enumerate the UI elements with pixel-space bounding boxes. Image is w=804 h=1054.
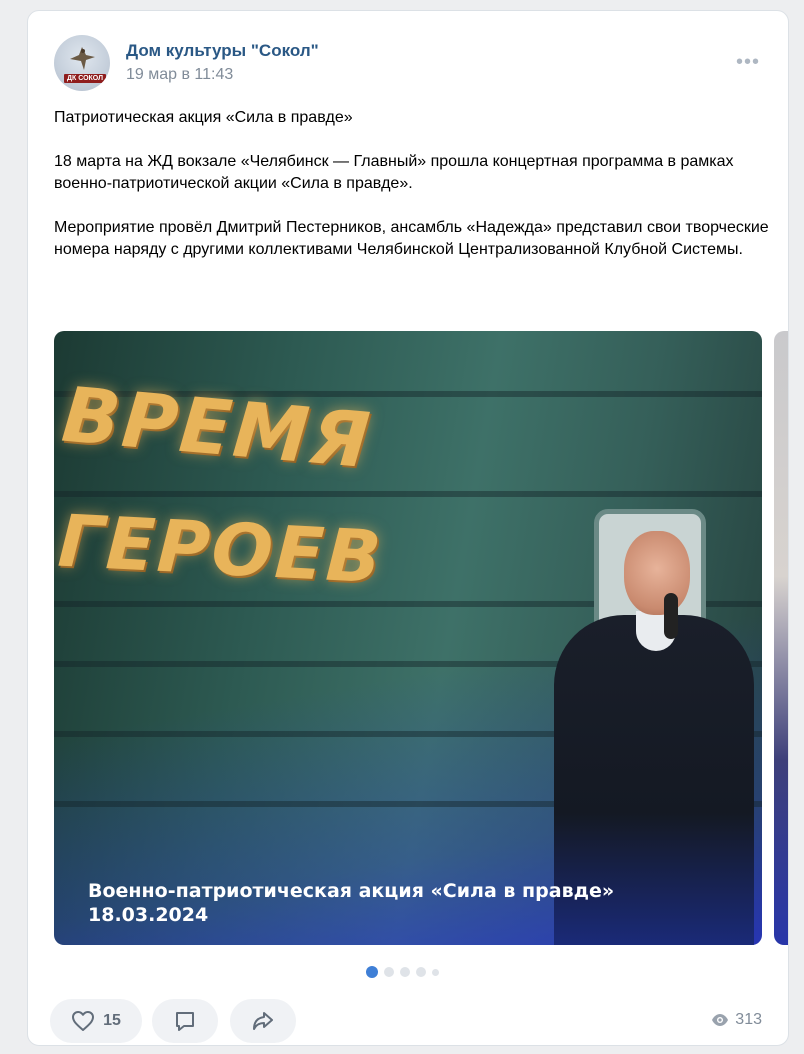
post-paragraph: Мероприятие провёл Дмитрий Пестерников, … <box>54 219 769 258</box>
post-header: ДК СОКОЛ Дом культуры "Сокол" 19 мар в 1… <box>54 35 766 91</box>
post-paragraph: Патриотическая акция «Сила в правде» <box>54 109 353 126</box>
post-card: ДК СОКОЛ Дом культуры "Сокол" 19 мар в 1… <box>27 10 789 1046</box>
more-options-icon[interactable]: ••• <box>736 52 760 72</box>
caption-line-2: 18.03.2024 <box>88 904 209 926</box>
train-stripe <box>54 491 762 497</box>
carousel-dot-active[interactable] <box>366 966 378 978</box>
photo-carousel[interactable]: ВРЕМЯ ГЕРОЕВ Военно-патриотическая акция… <box>54 331 788 945</box>
views-counter: 313 <box>711 1011 762 1029</box>
eye-icon <box>712 1014 729 1026</box>
carousel-dot[interactable] <box>384 967 394 977</box>
like-count: 15 <box>103 1012 121 1029</box>
views-count: 313 <box>735 1011 762 1028</box>
image-word-geroev: ГЕРОЕВ <box>56 498 386 600</box>
like-button[interactable]: 15 <box>50 999 142 1043</box>
avatar[interactable]: ДК СОКОЛ <box>54 35 110 91</box>
avatar-logo-text: ДК СОКОЛ <box>64 74 106 83</box>
image-word-vremya: ВРЕМЯ <box>58 369 375 486</box>
comment-icon <box>176 1012 194 1031</box>
microphone-icon <box>664 593 678 639</box>
carousel-slide-current[interactable]: ВРЕМЯ ГЕРОЕВ Военно-патриотическая акция… <box>54 331 762 945</box>
caption-line-1: Военно-патриотическая акция «Сила в прав… <box>88 880 615 902</box>
falcon-logo-icon <box>70 47 95 70</box>
head <box>624 531 690 615</box>
post-text: Патриотическая акция «Сила в правде» 18 … <box>54 107 774 283</box>
post-actions: 15 313 <box>50 999 762 1043</box>
post-paragraph: 18 марта на ЖД вокзале «Челябинск — Глав… <box>54 153 734 192</box>
carousel-dot[interactable] <box>416 967 426 977</box>
author-name[interactable]: Дом культуры "Сокол" <box>126 41 319 61</box>
post-date[interactable]: 19 мар в 11:43 <box>126 66 233 84</box>
carousel-dots <box>366 966 439 978</box>
share-button[interactable] <box>230 999 296 1043</box>
share-icon <box>253 1012 273 1030</box>
comment-button[interactable] <box>152 999 218 1043</box>
image-caption: Военно-патриотическая акция «Сила в прав… <box>88 879 728 927</box>
carousel-dot[interactable] <box>432 968 439 976</box>
heart-icon <box>72 1011 95 1031</box>
carousel-dot[interactable] <box>400 967 410 977</box>
carousel-slide-next[interactable] <box>774 331 788 945</box>
